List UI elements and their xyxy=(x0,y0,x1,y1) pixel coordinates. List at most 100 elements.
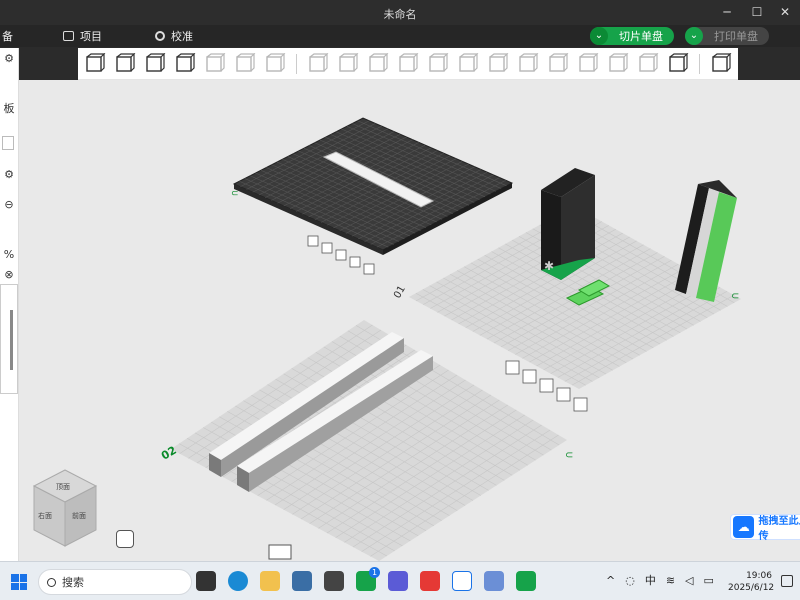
menu-calibration-label: 校准 xyxy=(171,30,193,43)
add-object-icon[interactable] xyxy=(82,51,108,77)
close-icon[interactable]: ⊗ xyxy=(0,268,18,281)
network-off-icon[interactable]: ◌ xyxy=(625,574,635,587)
disk-d-icon[interactable] xyxy=(202,51,228,77)
baidu-netdisk-icon[interactable] xyxy=(452,571,472,591)
notification-badge: 1 xyxy=(369,567,380,578)
list-box[interactable] xyxy=(0,284,18,394)
slice-plate-button[interactable]: ⌄ 切片单盘 xyxy=(590,27,674,45)
menu-project-label: 项目 xyxy=(80,30,102,43)
auto-orient-icon[interactable] xyxy=(142,51,168,77)
layers-icon[interactable] xyxy=(262,51,288,77)
taskbar-search[interactable]: 搜索 xyxy=(38,569,192,595)
drag-upload-button[interactable]: ☁ 拖拽至此上传 xyxy=(730,514,800,542)
taskbar: 搜索 1 ^ ◌ 中 ≋ ◁ ▭ 19:06 2025/6/12 xyxy=(0,561,800,600)
time: 19:06 xyxy=(746,571,772,581)
place-on-face-icon[interactable] xyxy=(395,51,421,77)
system-tray: ^ ◌ 中 ≋ ◁ ▭ xyxy=(606,572,714,588)
battery-icon[interactable]: ▭ xyxy=(704,574,714,587)
view-cube-top[interactable]: 顶面 xyxy=(56,483,70,491)
title-bar: 未命名 ─ ☐ ✕ xyxy=(0,0,800,25)
slice-plate-label: 切片单盘 xyxy=(619,30,663,43)
percent-icon: % xyxy=(3,248,15,261)
menu-bar: 备 项目 校准 ⌄ 切片单盘 ⌄ 打印单盘 xyxy=(0,25,800,47)
dark-build-plate[interactable] xyxy=(232,117,514,255)
chevron-up-icon[interactable]: ^ xyxy=(606,574,615,587)
left-panel: ⚙ 板 ⚙ ⊖ % ⊗ xyxy=(0,48,19,561)
editor-icon[interactable] xyxy=(388,571,408,591)
volume-icon[interactable]: ◁ xyxy=(685,574,693,587)
windows-start-icon[interactable] xyxy=(11,574,27,590)
cut-icon[interactable] xyxy=(425,51,451,77)
file-explorer-icon[interactable] xyxy=(260,571,280,591)
drag-upload-label: 拖拽至此上传 xyxy=(758,516,800,542)
text-icon[interactable] xyxy=(545,51,571,77)
menu-prepare-label: 备 xyxy=(2,30,13,43)
grid-arrange-icon[interactable] xyxy=(112,51,138,77)
search-placeholder: 搜索 xyxy=(62,576,84,589)
menu-calibration[interactable]: 校准 xyxy=(155,28,193,44)
split-icon[interactable] xyxy=(455,51,481,77)
rotate-icon[interactable] xyxy=(335,51,361,77)
window-title: 未命名 xyxy=(383,8,417,21)
layout-icon[interactable] xyxy=(172,51,198,77)
date: 2025/6/12 xyxy=(728,583,775,593)
hollow-icon[interactable] xyxy=(515,51,541,77)
menu-project[interactable]: 项目 xyxy=(63,28,102,44)
close-icon[interactable]: ✕ xyxy=(776,4,794,20)
chevron-down-icon[interactable]: ⌄ xyxy=(685,27,703,45)
bambu-studio-icon[interactable] xyxy=(516,571,536,591)
edge-browser-icon[interactable] xyxy=(228,571,248,591)
store-icon[interactable] xyxy=(292,571,312,591)
variable-layer-icon[interactable] xyxy=(708,51,734,77)
view-cube-right[interactable]: 右面 xyxy=(38,511,52,520)
toolbar-separator xyxy=(699,53,700,74)
screen-record-icon[interactable] xyxy=(116,530,134,548)
striped-bar-model[interactable] xyxy=(675,180,737,302)
app-icon[interactable] xyxy=(324,571,344,591)
search-icon xyxy=(47,577,56,587)
edge-marker: ⊂ xyxy=(231,189,239,199)
tower-model[interactable]: ✱ xyxy=(541,168,595,280)
cloud-upload-icon: ☁ xyxy=(733,516,755,538)
print-plate-button[interactable]: ⌄ 打印单盘 xyxy=(685,27,769,45)
print-plate-label: 打印单盘 xyxy=(714,30,758,43)
left-panel-label: 板 xyxy=(3,102,15,115)
wifi-icon[interactable]: ≋ xyxy=(666,574,675,587)
task-view-icon[interactable] xyxy=(196,571,216,591)
minus-icon[interactable]: ⊖ xyxy=(0,198,18,211)
menu-prepare[interactable]: 备 xyxy=(2,28,13,44)
assembly-icon[interactable] xyxy=(635,51,661,77)
disk-p-icon[interactable] xyxy=(232,51,258,77)
plate-toolbar-02[interactable] xyxy=(268,544,292,560)
minimize-icon[interactable]: ─ xyxy=(718,4,736,20)
wps-icon[interactable] xyxy=(420,571,440,591)
checkbox[interactable] xyxy=(2,136,14,150)
plate-label-01: 01 xyxy=(392,284,408,301)
view-cube-front[interactable]: 前面 xyxy=(72,511,86,520)
scale-icon[interactable] xyxy=(365,51,391,77)
scene: 01 02 ✱ ⊂ ⊂ ⊂ xyxy=(159,117,741,561)
settings-icon[interactable]: ⚙ xyxy=(0,168,18,181)
chevron-down-icon[interactable]: ⌄ xyxy=(590,27,608,45)
settings-icon[interactable]: ⚙ xyxy=(0,52,18,65)
app-icon[interactable] xyxy=(484,571,504,591)
measure-icon[interactable] xyxy=(605,51,631,77)
clock[interactable]: 19:06 2025/6/12 xyxy=(728,570,775,594)
scrollbar[interactable] xyxy=(10,310,13,370)
move-icon[interactable] xyxy=(305,51,331,77)
toolbar-separator xyxy=(296,53,297,74)
edge-marker: ⊂ xyxy=(731,291,739,302)
3d-viewport[interactable]: 01 02 ✱ ⊂ ⊂ ⊂ ☁ 拖拽至此 传 xyxy=(19,80,800,561)
snowflake-icon: ✱ xyxy=(544,259,554,273)
project-icon xyxy=(63,31,74,41)
support-icon[interactable] xyxy=(485,51,511,77)
notification-icon[interactable] xyxy=(781,575,793,587)
chat-app-icon[interactable]: 1 xyxy=(356,567,380,591)
maximize-icon[interactable]: ☐ xyxy=(748,4,766,20)
edge-marker: ⊂ xyxy=(565,450,573,461)
view-cube[interactable]: 顶面 右面 前面 xyxy=(30,466,100,554)
ime-indicator[interactable]: 中 xyxy=(645,572,656,588)
fit-view-icon[interactable] xyxy=(665,51,691,77)
gear-icon xyxy=(155,31,165,41)
paint-icon[interactable] xyxy=(575,51,601,77)
